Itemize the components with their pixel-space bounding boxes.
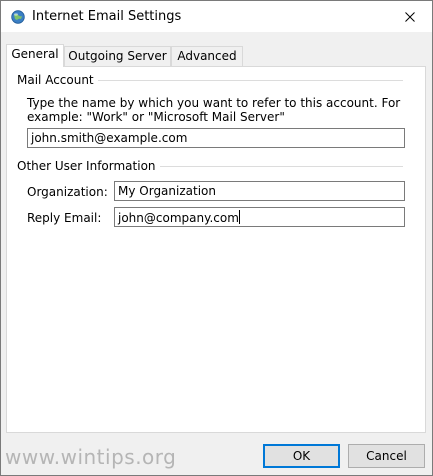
organization-field[interactable]: My Organization bbox=[114, 181, 405, 201]
close-icon bbox=[405, 11, 415, 22]
ok-button[interactable]: OK bbox=[263, 444, 340, 468]
text-caret bbox=[238, 210, 240, 224]
window-title: Internet Email Settings bbox=[32, 9, 182, 24]
close-button[interactable] bbox=[388, 1, 432, 32]
tab-advanced[interactable]: Advanced bbox=[171, 46, 243, 66]
account-name-field[interactable]: john.smith@example.com bbox=[27, 128, 405, 148]
cancel-button[interactable]: Cancel bbox=[348, 444, 425, 468]
organization-label: Organization: bbox=[27, 185, 108, 199]
globe-mail-icon bbox=[11, 10, 25, 24]
general-tab-panel: Mail Account Type the name by which you … bbox=[6, 66, 426, 433]
tab-general[interactable]: General bbox=[6, 44, 64, 67]
tab-outgoing-server[interactable]: Outgoing Server bbox=[64, 46, 171, 66]
reply-email-label: Reply Email: bbox=[27, 211, 102, 225]
other-user-info-group-label: Other User Information bbox=[17, 159, 160, 173]
internet-email-settings-dialog: Internet Email Settings General Outgoing… bbox=[0, 0, 433, 476]
reply-email-value: john@company.com bbox=[118, 211, 239, 225]
title-bar: Internet Email Settings bbox=[1, 1, 432, 32]
reply-email-field[interactable]: john@company.com bbox=[114, 207, 405, 227]
mail-account-group-label: Mail Account bbox=[17, 73, 98, 87]
account-name-instruction: Type the name by which you want to refer… bbox=[27, 96, 401, 124]
watermark: www.wintips.org bbox=[5, 445, 177, 469]
